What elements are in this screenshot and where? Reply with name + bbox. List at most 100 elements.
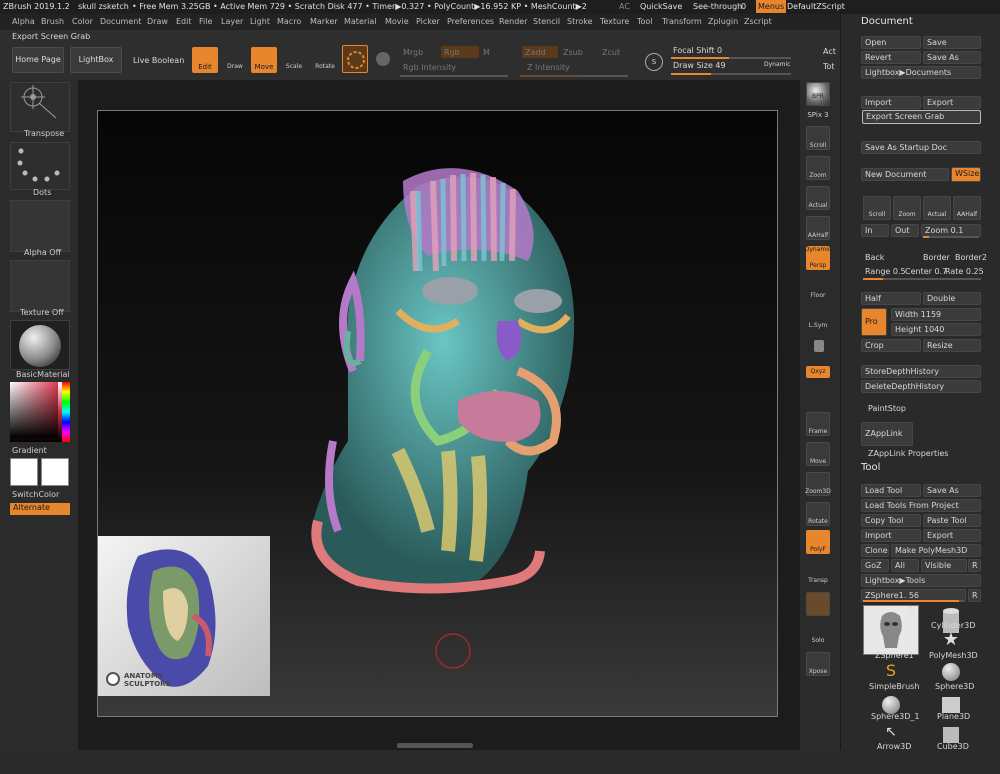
solo-button[interactable]: Solo [800,637,836,644]
border-button[interactable]: Border [923,253,950,262]
center-slider[interactable]: Center 0.7 [905,267,947,276]
ghost-button[interactable] [806,592,830,616]
lightbox-button[interactable]: LightBox [70,47,122,73]
switch-color-button[interactable]: SwitchColor [12,490,59,499]
width-slider[interactable]: Width 1159 [891,308,981,321]
goz-button[interactable]: GoZ [861,559,889,572]
resize-button[interactable]: Resize [923,339,981,352]
menu-layer[interactable]: Layer [221,17,243,26]
material-button[interactable] [10,320,70,370]
rgb-button[interactable]: Rgb [441,46,479,58]
store-depth-history-button[interactable]: StoreDepthHistory [861,365,981,378]
canvas-scrollbar[interactable] [397,743,473,748]
doc-aahalf-button[interactable]: AAHalf [953,196,981,220]
menu-file[interactable]: File [199,17,212,26]
tool-export-button[interactable]: Export [923,529,981,542]
open-button[interactable]: Open [861,36,921,49]
menu-alpha[interactable]: Alpha [12,17,35,26]
dynamic-button[interactable]: Dynamic [764,61,790,68]
menu-stencil[interactable]: Stencil [533,17,560,26]
menu-texture[interactable]: Texture [600,17,629,26]
goz-all-button[interactable]: All [891,559,919,572]
brush-size-icon[interactable]: S [645,53,663,71]
menu-render[interactable]: Render [499,17,527,26]
zadd-button[interactable]: Zadd [522,46,558,58]
save-startup-doc-button[interactable]: Save As Startup Doc [861,141,981,154]
zapplink-properties-button[interactable]: ZAppLink Properties [868,449,948,458]
save-as-button[interactable]: Save As [923,51,981,64]
rate-slider[interactable]: Rate 0.25 [945,267,984,276]
menu-brush[interactable]: Brush [41,17,64,26]
hue-strip[interactable] [62,382,70,442]
xyz-button[interactable]: Qxyz [806,366,830,378]
height-slider[interactable]: Height 1040 [891,323,981,336]
export-button[interactable]: Export [923,96,981,109]
rgb-intensity-slider[interactable] [400,75,508,77]
menu-preferences[interactable]: Preferences [447,17,494,26]
menu-light[interactable]: Light [250,17,270,26]
scale-button[interactable]: Scale [281,47,307,73]
lsym-button[interactable]: L.Sym [800,322,836,329]
focal-shift-track[interactable] [671,57,791,59]
zsub-button[interactable]: Zsub [563,48,583,57]
see-through-label[interactable]: See-through [693,2,742,11]
goz-visible-button[interactable]: Visible [921,559,967,572]
half-button[interactable]: Half [861,292,921,305]
export-screen-grab-shortcut[interactable]: Export Screen Grab [12,32,90,41]
menu-picker[interactable]: Picker [416,17,440,26]
color-mode-icon[interactable] [376,52,390,66]
material-swatch-button[interactable] [342,45,368,73]
back-sliders-track[interactable] [863,278,981,280]
stroke-dots-button[interactable] [10,142,70,190]
menu-movie[interactable]: Movie [385,17,409,26]
zoom-in-button[interactable]: In [861,224,889,237]
lock-icon[interactable] [814,340,824,352]
menu-tool[interactable]: Tool [637,17,653,26]
tool-section-title[interactable]: Tool [861,462,880,473]
export-screen-grab-button[interactable]: Export Screen Grab [862,110,981,124]
new-document-button[interactable]: New Document [861,168,949,181]
transpose-button[interactable] [10,82,70,132]
delete-depth-history-button[interactable]: DeleteDepthHistory [861,380,981,393]
lightbox-tools-button[interactable]: Lightbox▶Tools [861,574,981,587]
home-page-button[interactable]: Home Page [12,47,64,73]
double-button[interactable]: Double [923,292,981,305]
focal-shift-slider[interactable]: Focal Shift 0 [673,46,722,55]
color-saturation-field[interactable] [10,382,58,438]
lightbox-documents-button[interactable]: Lightbox▶Documents [861,66,981,79]
clone-button[interactable]: Clone [861,544,889,557]
range-slider[interactable]: Range 0.5 [865,267,906,276]
tool-import-button[interactable]: Import [861,529,921,542]
zapplink-button[interactable]: ZAppLink [861,422,913,446]
spix-slider[interactable]: SPix 3 [800,111,836,119]
menu-document[interactable]: Document [100,17,141,26]
main-color-swatch[interactable] [10,458,38,486]
menu-transform[interactable]: Transform [662,17,702,26]
m-button[interactable]: M [483,48,490,57]
doc-zoom-button[interactable]: Zoom [893,196,921,220]
menu-draw[interactable]: Draw [147,17,168,26]
menu-material[interactable]: Material [344,17,377,26]
move-button[interactable]: Move [251,47,277,73]
paintstop-button[interactable]: PaintStop [868,404,906,413]
transp-button[interactable]: Transp [800,577,836,584]
copy-tool-button[interactable]: Copy Tool [861,514,921,527]
edit-button[interactable]: Edit [192,47,218,73]
make-polymesh3d-button[interactable]: Make PolyMesh3D [891,544,981,557]
import-button[interactable]: Import [861,96,921,109]
crop-button[interactable]: Crop [861,339,921,352]
draw-size-track[interactable] [671,73,791,75]
tool-r-button[interactable]: R [968,589,981,602]
wsize-button[interactable]: WSize [951,167,981,182]
zoom-slider-track[interactable] [923,236,979,238]
alternate-button[interactable]: Alternate [10,503,70,515]
zcut-button[interactable]: Zcut [602,48,620,57]
border2-button[interactable]: Border2 [955,253,987,262]
bpr-button[interactable]: BPR [806,82,830,106]
draw-size-slider[interactable]: Draw Size 49 [673,61,726,70]
paste-tool-button[interactable]: Paste Tool [923,514,981,527]
revert-button[interactable]: Revert [861,51,921,64]
secondary-color-swatch[interactable] [41,458,69,486]
alpha-button[interactable] [10,200,70,252]
menu-marker[interactable]: Marker [310,17,338,26]
